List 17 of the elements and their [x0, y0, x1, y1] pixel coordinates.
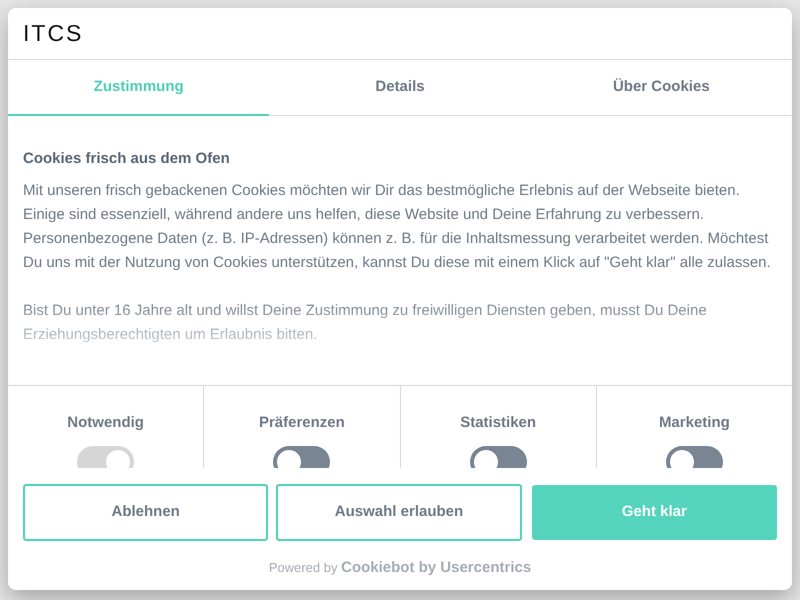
toggle-switch[interactable]	[470, 446, 527, 468]
brand-link[interactable]: Cookiebot by Usercentrics	[341, 559, 532, 576]
category-label: Notwendig	[67, 413, 144, 433]
toggle-switch[interactable]	[666, 446, 723, 468]
logo: ITCS	[23, 22, 84, 45]
category-label: Marketing	[658, 413, 730, 433]
choice-button[interactable]: Auswahl erlauben	[276, 484, 522, 541]
category-label: Statistiken	[460, 413, 536, 433]
content-title: Cookies frisch aus dem Ofen	[23, 149, 231, 169]
choice-button[interactable]: Ablehnen	[23, 484, 268, 541]
toggle-switch[interactable]	[273, 446, 330, 468]
category-label: Präferenzen	[258, 413, 345, 433]
paragraph: Mit unseren frisch gebackenen Cookies möchten wir Dir das bestmögliche Erlebnis auf der Webseite bieten. Einige sind essenziell, während andere uns helfen, diese Website und Deine Erfahrung zu verbessern. Personenbezogene Daten (z. B. IP-Adressen) können z. B. für die Inhaltsmessung verarbeitet werden. Möchtest Du uns mit der Nutzung von Cookies unterstützen, kannst Du diese mit einem Klick auf "Geht klar" alle zulassen.	[23, 180, 772, 272]
tab[interactable]: Details	[269, 60, 531, 116]
powered-by-text: Powered by	[268, 560, 338, 575]
paragraph: Bist Du unter 16 Jahre alt und willst Deine Zustimmung zu freiwilligen Diensten geben, musst Du Deine Erziehungsberechtigten um Erlaubnis bitten.	[23, 300, 708, 344]
tab[interactable]: Über Cookies	[530, 60, 792, 116]
